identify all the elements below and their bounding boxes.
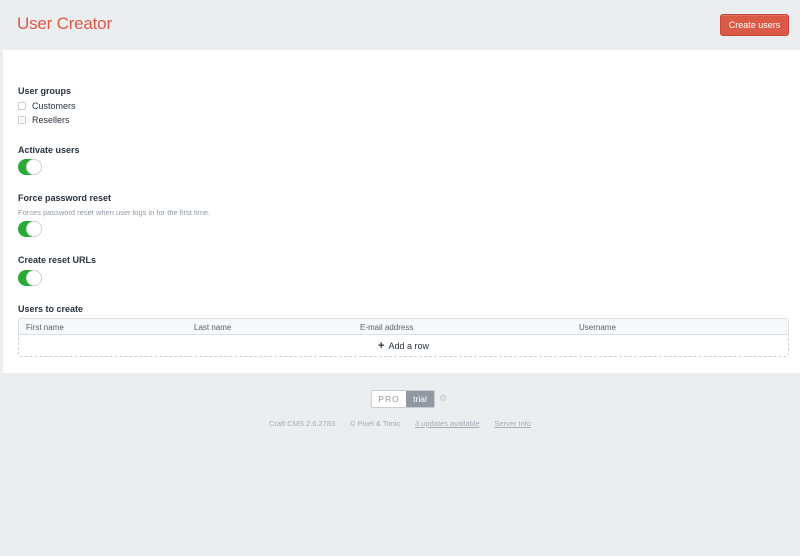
column-last-name: Last name — [194, 323, 232, 332]
server-info-link[interactable]: Server Info — [494, 419, 531, 428]
users-to-create-heading: Users to create — [18, 304, 84, 314]
users-table-header: First name Last name E-mail address User… — [18, 318, 789, 335]
footer: Craft CMS 2.6.2783 · © Pixel & Tonic · 3… — [0, 419, 800, 428]
create-reset-urls-heading: Create reset URLs — [18, 255, 97, 265]
gear-icon[interactable]: ⚙ — [439, 393, 447, 404]
resellers-label: Resellers — [32, 115, 70, 125]
page-title: User Creator — [17, 14, 112, 33]
updates-link[interactable]: 3 updates available — [415, 419, 480, 428]
create-reset-urls-toggle[interactable] — [18, 270, 42, 286]
column-first-name: First name — [26, 323, 64, 332]
activate-users-toggle[interactable] — [18, 159, 42, 175]
footer-separator: · — [406, 419, 409, 428]
toggle-knob — [26, 159, 42, 175]
force-password-reset-toggle[interactable] — [18, 221, 42, 237]
activate-users-heading: Activate users — [18, 145, 80, 155]
toggle-knob — [26, 270, 42, 286]
column-email: E-mail address — [360, 323, 414, 332]
force-password-reset-instructions: Forces password reset when user logs in … — [18, 208, 211, 217]
add-row-button[interactable]: + Add a row — [18, 335, 789, 357]
page-header: User Creator Create users — [0, 0, 800, 50]
plus-icon: + — [378, 339, 385, 352]
footer-separator: · — [485, 419, 489, 428]
settings-panel: User groups Customers Resellers Activate… — [3, 50, 800, 373]
footer-version: Craft CMS 2.6.2783 — [268, 419, 336, 428]
footer-separator: · — [341, 419, 344, 428]
create-users-button[interactable]: Create users — [720, 14, 789, 36]
checkbox-customers[interactable]: Customers — [18, 100, 76, 112]
edition-label: PRO — [372, 391, 406, 407]
add-row-label: Add a row — [388, 340, 429, 351]
column-username: Username — [579, 323, 616, 332]
trial-label: trial — [406, 391, 434, 407]
customers-checkbox[interactable] — [18, 102, 26, 110]
customers-label: Customers — [32, 101, 76, 111]
footer-copyright: © Pixel & Tonic — [349, 419, 401, 428]
resellers-checkbox[interactable] — [18, 116, 26, 124]
edition-badge[interactable]: PRO trial — [371, 390, 435, 408]
checkbox-resellers[interactable]: Resellers — [18, 114, 70, 126]
user-groups-heading: User groups — [18, 86, 72, 96]
toggle-knob — [26, 221, 42, 237]
force-password-reset-heading: Force password reset — [18, 193, 112, 203]
